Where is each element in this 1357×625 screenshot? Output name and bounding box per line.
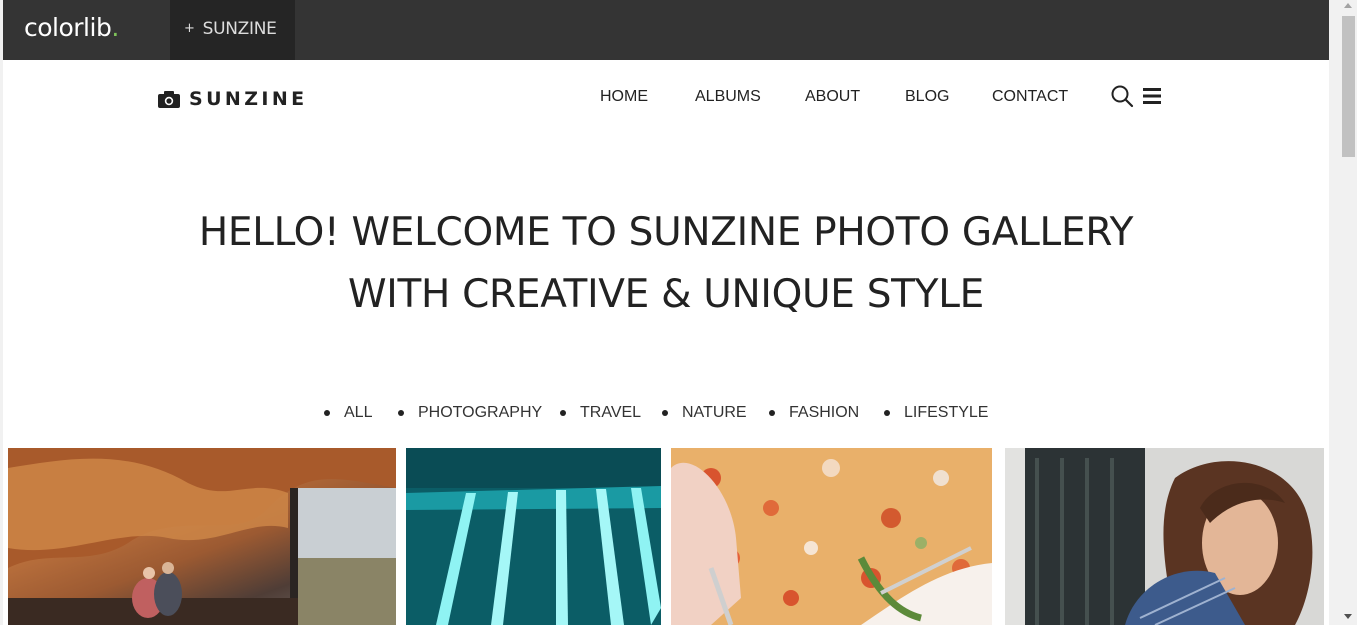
scrollbar-thumb[interactable] (1342, 16, 1355, 157)
filter-photography[interactable]: PHOTOGRAPHY (398, 404, 542, 422)
filter-fashion[interactable]: FASHION (769, 404, 859, 422)
filter-nature[interactable]: NATURE (662, 404, 747, 422)
scroll-down-arrow-icon[interactable] (1344, 614, 1352, 619)
hero-heading: HELLO! WELCOME TO SUNZINE PHOTO GALLERY … (3, 202, 1329, 326)
bullet-icon (560, 410, 566, 416)
gallery-photo-cabin[interactable] (8, 448, 396, 625)
theme-tab-label: SUNZINE (202, 19, 277, 39)
hero-line-2: WITH CREATIVE & UNIQUE STYLE (348, 272, 984, 317)
photo-gallery (3, 448, 1329, 625)
nav-blog[interactable]: BLOG (905, 88, 949, 106)
filter-label: LIFESTYLE (904, 404, 989, 421)
nav-home[interactable]: HOME (600, 88, 648, 106)
theme-tab-sunzine[interactable]: + SUNZINE (170, 0, 295, 60)
hamburger-menu-icon[interactable] (1143, 87, 1161, 105)
colorlib-logo-dot: . (111, 13, 119, 42)
nav-about[interactable]: ABOUT (805, 88, 860, 106)
photo-lights-art (406, 448, 661, 625)
photo-plate-art (671, 448, 992, 625)
vertical-scrollbar[interactable] (1340, 0, 1357, 625)
filter-label: TRAVEL (580, 404, 642, 421)
photo-portrait-art (1005, 448, 1324, 625)
filter-label: ALL (344, 404, 373, 421)
colorlib-logo[interactable]: colorlib. (24, 13, 119, 42)
site-logo-text: SUNZINE (189, 88, 308, 110)
site-logo[interactable]: SUNZINE (158, 88, 308, 110)
gallery-photo-lights[interactable] (406, 448, 661, 625)
gallery-photo-portrait[interactable] (1005, 448, 1324, 625)
nav-albums[interactable]: ALBUMS (695, 88, 761, 106)
nav-contact[interactable]: CONTACT (992, 88, 1068, 106)
filter-lifestyle[interactable]: LIFESTYLE (884, 404, 988, 422)
bullet-icon (769, 410, 775, 416)
page-content: SUNZINE HOME ALBUMS ABOUT BLOG CONTACT H… (3, 60, 1329, 625)
bullet-icon (884, 410, 890, 416)
filter-travel[interactable]: TRAVEL (560, 404, 641, 422)
photo-cabin-art (8, 448, 396, 625)
bullet-icon (662, 410, 668, 416)
filter-label: PHOTOGRAPHY (418, 404, 543, 421)
plus-icon: + (184, 21, 195, 36)
bullet-icon (398, 410, 404, 416)
scroll-up-arrow-icon[interactable] (1344, 3, 1352, 8)
bullet-icon (324, 410, 330, 416)
search-icon[interactable] (1110, 84, 1134, 108)
filter-label: NATURE (682, 404, 747, 421)
gallery-photo-plate[interactable] (671, 448, 992, 625)
camera-icon (158, 90, 180, 108)
filter-all[interactable]: ALL (324, 404, 372, 422)
colorlib-logo-text: colorlib (24, 13, 112, 42)
hero-line-1: HELLO! WELCOME TO SUNZINE PHOTO GALLERY (198, 210, 1134, 255)
colorlib-topbar: colorlib. + SUNZINE (3, 0, 1329, 60)
filter-label: FASHION (789, 404, 860, 421)
